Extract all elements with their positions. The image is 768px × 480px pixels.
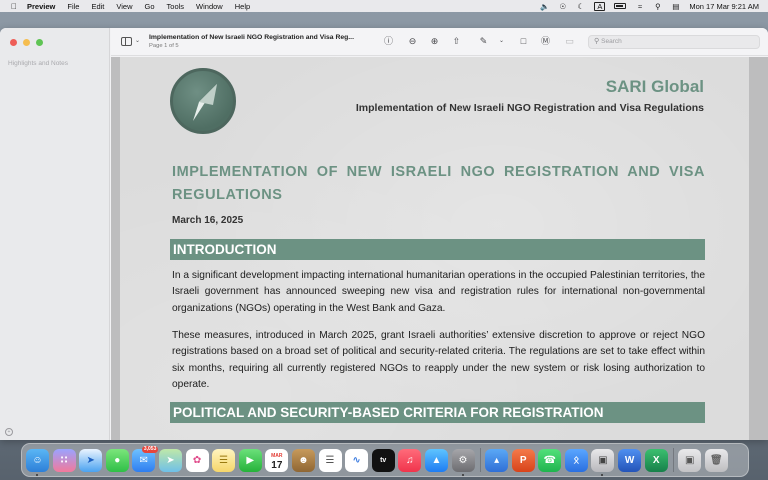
paragraph-1: In a significant development impacting i… (172, 270, 705, 314)
keynote-icon[interactable]: ▴ (485, 448, 509, 472)
dock-separator (480, 448, 482, 472)
menu-file[interactable]: File (67, 2, 79, 11)
markup-chevron-icon[interactable]: ⌄ (496, 36, 507, 47)
freeform-icon[interactable]: ∿ (345, 448, 369, 472)
toolbar: ⌄ Implementation of New Israeli NGO Regi… (111, 28, 768, 56)
preview-window: Highlights and Notes + ⌄ Implementation … (0, 28, 768, 440)
header-subtitle: Implementation of New Israeli NGO Regist… (355, 102, 704, 114)
section-heading-introduction: INTRODUCTION (170, 239, 705, 260)
whatsapp-icon[interactable]: ☎ (538, 448, 562, 472)
bluetooth-icon[interactable]: ᛟ (564, 448, 588, 472)
sidebar-title: Highlights and Notes (8, 60, 68, 67)
wifi-icon[interactable]: ≈ (635, 2, 644, 11)
window-controls (10, 39, 43, 46)
calendar-icon[interactable]: MAR 17 (265, 448, 289, 472)
zoom-in-icon[interactable]: ⊕ (429, 36, 440, 47)
paragraph-2: These measures, introduced in March 2025… (172, 330, 705, 390)
safari-icon[interactable]: ➤ (79, 448, 103, 472)
sidebar-toggle-icon[interactable] (121, 37, 132, 46)
share-icon[interactable]: ⇧ (451, 36, 462, 47)
maps-icon[interactable]: ➤ (158, 448, 182, 472)
photos-icon[interactable]: ✿ (185, 448, 209, 472)
search-icon: ⚲ (594, 38, 600, 45)
section-heading-criteria: POLITICAL AND SECURITY-BASED CRITERIA FO… (170, 402, 705, 423)
system-settings-icon[interactable]: ⚙ (451, 448, 475, 476)
document-date: March 16, 2025 (172, 215, 244, 226)
finder-icon[interactable]: ☺ (26, 448, 49, 476)
spotlight-search-icon[interactable]: ⚲ (653, 2, 662, 11)
document-canvas[interactable]: SARI Global Implementation of New Israel… (111, 57, 768, 440)
focus-moon-icon[interactable]: ☾ (576, 2, 585, 11)
menu-edit[interactable]: Edit (91, 2, 104, 11)
battery-icon[interactable] (614, 3, 627, 9)
sidebar-options-icon[interactable]: + (5, 428, 13, 436)
word-icon[interactable]: W (618, 448, 642, 472)
menu-window[interactable]: Window (196, 2, 223, 11)
downloads-stack-icon[interactable]: ▣ (678, 448, 702, 472)
menu-app-name[interactable]: Preview (27, 2, 55, 11)
pdf-page: SARI Global Implementation of New Israel… (120, 57, 749, 440)
menu-clock[interactable]: Mon 17 Mar 9:21 AM (689, 2, 759, 11)
reminders-icon[interactable]: ☰ (318, 448, 342, 472)
info-icon[interactable]: ⓘ (383, 36, 394, 47)
dock: ☺ ∷ ➤ ● ✉ 3,053 ➤ ✿ ☰ ▶ MAR 17 ☻ ☰ ∿ tv ♫ … (21, 443, 749, 477)
sidebar: Highlights and Notes + (0, 28, 110, 440)
apple-menu-icon[interactable]:  (9, 2, 19, 11)
trash-icon[interactable]: 🗑 (704, 448, 728, 472)
excel-icon[interactable]: X (644, 448, 668, 472)
app-store-icon[interactable]: ▲ (424, 448, 448, 472)
messages-icon[interactable]: ● (105, 448, 129, 472)
chevron-down-icon[interactable]: ⌄ (135, 37, 140, 44)
tv-label: tv (380, 456, 387, 464)
zoom-out-icon[interactable]: ⊖ (407, 36, 418, 47)
contacts-icon[interactable]: ☻ (291, 448, 315, 472)
status-area: 🔈 ☉ ☾ A ≈ ⚲ ▤ Mon 17 Mar 9:21 AM (540, 1, 768, 11)
document-heading: IMPLEMENTATION OF NEW ISRAELI NGO REGIST… (172, 164, 705, 203)
brand-name: SARI Global (605, 77, 704, 96)
powerpoint-icon[interactable]: P (511, 448, 535, 472)
search-placeholder: Search (601, 38, 622, 45)
volume-icon[interactable]: 🔈 (540, 2, 549, 11)
search-field[interactable]: ⚲ Search (588, 35, 760, 49)
form-fill-icon[interactable]: ▭ (564, 36, 575, 47)
sari-logo-icon (170, 68, 236, 134)
dock-separator-2 (673, 448, 675, 472)
menu-bar:  Preview File Edit View Go Tools Window… (0, 0, 768, 12)
menu-view[interactable]: View (116, 2, 132, 11)
calendar-day: 17 (271, 459, 283, 471)
close-window-button[interactable] (10, 39, 17, 46)
document-title: Implementation of New Israeli NGO Regist… (149, 34, 354, 41)
zoom-window-button[interactable] (36, 39, 43, 46)
apple-tv-icon[interactable]: tv (371, 448, 395, 472)
rotate-icon[interactable]: □ (518, 36, 529, 47)
markup-toolbar-icon[interactable]: Ⓜ (540, 36, 551, 47)
mail-icon[interactable]: ✉ 3,053 (132, 445, 159, 472)
markup-pen-icon[interactable]: ✎ (478, 36, 489, 47)
input-source-icon[interactable]: A (594, 1, 606, 11)
minimize-window-button[interactable] (23, 39, 30, 46)
menu-help[interactable]: Help (235, 2, 250, 11)
launchpad-icon[interactable]: ∷ (52, 448, 76, 472)
vpn-icon[interactable]: ☉ (558, 2, 567, 11)
control-center-icon[interactable]: ▤ (671, 2, 680, 11)
preview-icon[interactable]: ▣ (591, 448, 615, 476)
mail-badge: 3,053 (141, 445, 159, 453)
music-icon[interactable]: ♫ (398, 448, 422, 472)
menu-tools[interactable]: Tools (167, 2, 185, 11)
page-indicator: Page 1 of 5 (149, 43, 179, 49)
facetime-icon[interactable]: ▶ (238, 448, 262, 472)
notes-icon[interactable]: ☰ (212, 448, 236, 472)
menu-go[interactable]: Go (145, 2, 155, 11)
